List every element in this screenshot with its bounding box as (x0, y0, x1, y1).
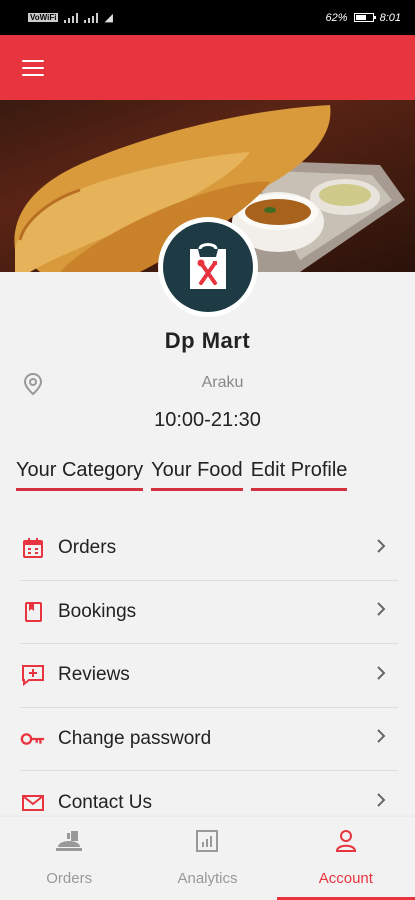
shopping-bag-icon (190, 243, 226, 289)
app-bar (0, 35, 415, 100)
chevron-right-icon (376, 792, 386, 813)
chevron-right-icon (376, 728, 386, 749)
nav-label: Account (318, 870, 373, 887)
account-menu: Orders Bookings Reviews Change password … (20, 517, 398, 835)
menu-item-reviews[interactable]: Reviews (20, 644, 398, 708)
hamburger-icon[interactable] (22, 59, 44, 76)
nav-analytics[interactable]: Analytics (138, 817, 276, 900)
store-name: Dp Mart (164, 328, 251, 353)
chevron-right-icon (376, 538, 386, 559)
menu-item-orders[interactable]: Orders (20, 517, 398, 581)
menu-item-label: Reviews (58, 664, 130, 686)
key-icon (20, 726, 46, 752)
bookmark-icon (20, 599, 46, 625)
review-icon (20, 662, 46, 688)
food-tray-icon (55, 829, 83, 858)
chart-icon (195, 829, 219, 858)
clock: 8:01 (379, 11, 401, 24)
store-location: Araku (201, 374, 244, 391)
nav-orders[interactable]: Orders (0, 817, 138, 900)
signal-icon (64, 12, 79, 23)
menu-item-change-password[interactable]: Change password (20, 708, 398, 771)
menu-item-label: Bookings (58, 600, 137, 622)
menu-item-bookings[interactable]: Bookings (20, 581, 398, 644)
signal-icon (84, 12, 99, 23)
tab-your-food[interactable]: Your Food (151, 459, 243, 491)
tab-your-category[interactable]: Your Category (16, 459, 144, 491)
user-icon (334, 829, 358, 858)
tab-edit-profile[interactable]: Edit Profile (250, 459, 348, 491)
store-hours: 10:00-21:30 (154, 409, 261, 431)
chevron-right-icon (376, 665, 386, 686)
calendar-icon (20, 535, 46, 561)
mail-icon (20, 790, 46, 816)
nav-label: Analytics (177, 870, 238, 887)
profile-tabs: Your Category Your Food Edit Profile (16, 459, 348, 491)
menu-item-label: Contact Us (58, 791, 152, 813)
status-bar: VoWiFi ◢ 62% 8:01 (0, 0, 415, 35)
wifi-calling-icon: VoWiFi (28, 13, 59, 22)
battery-icon (353, 13, 376, 22)
nav-label: Orders (46, 870, 93, 887)
menu-item-label: Change password (58, 727, 212, 749)
store-avatar[interactable] (158, 217, 258, 317)
wifi-icon: ◢ (104, 12, 113, 24)
bottom-navigation: Orders Analytics Account (0, 817, 415, 900)
menu-item-label: Orders (58, 537, 117, 559)
nav-account[interactable]: Account (276, 817, 415, 900)
chevron-right-icon (376, 601, 386, 622)
battery-percent: 62% (325, 11, 348, 24)
